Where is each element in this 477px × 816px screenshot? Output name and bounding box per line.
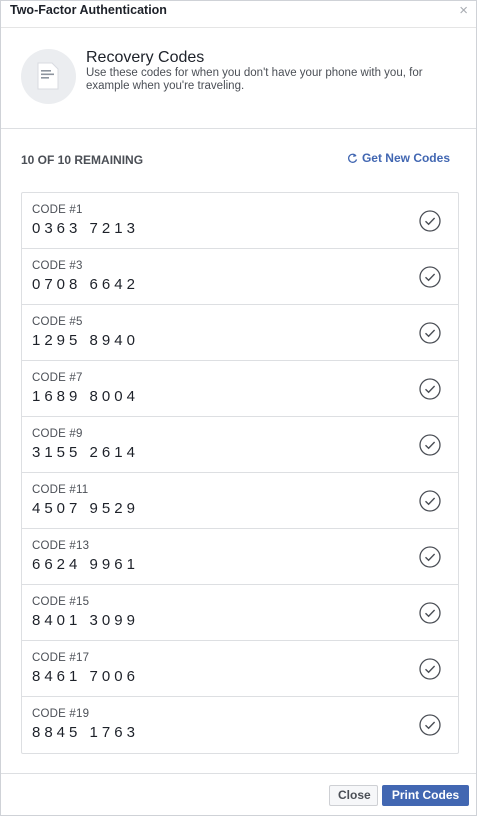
checkmark-circle-icon [419,322,441,344]
code-row: CODE #1 0363 7213 [22,193,458,249]
checkmark-circle-icon [419,434,441,456]
two-factor-dialog: Two-Factor Authentication × Recovery Cod… [0,0,477,816]
checkmark-circle-icon [419,210,441,232]
code-row: CODE #7 1689 8004 [22,361,458,417]
close-icon[interactable]: × [459,3,468,19]
code-row: CODE #9 3155 2614 [22,417,458,473]
checkmark-circle-icon [419,546,441,568]
code-label: CODE #9 [32,428,83,440]
code-row: CODE #5 1295 8940 [22,305,458,361]
code-label: CODE #7 [32,372,83,384]
code-label: CODE #1 [32,204,83,216]
get-new-codes-label: Get New Codes [361,151,450,165]
intro-title: Recovery Codes [86,49,205,66]
dialog-title-bar: Two-Factor Authentication × [1,1,476,28]
code-value: 0708 6642 [32,276,139,293]
code-value: 0363 7213 [32,220,139,237]
code-value: 8401 3099 [32,612,139,629]
dialog-title: Two-Factor Authentication [10,3,167,17]
code-row: CODE #3 0708 6642 [22,249,458,305]
code-label: CODE #11 [32,484,89,496]
document-icon [21,49,76,104]
code-row: CODE #15 8401 3099 [22,585,458,641]
code-row: CODE #13 6624 9961 [22,529,458,585]
codes-remaining-count: 10 OF 10 REMAINING [21,153,144,167]
get-new-codes-link[interactable]: Get New Codes [347,151,450,165]
code-value: 1689 8004 [32,388,139,405]
intro-section: Recovery Codes Use these codes for when … [1,29,476,129]
code-value: 3155 2614 [32,444,139,461]
print-codes-button[interactable]: Print Codes [382,785,469,806]
dialog-footer: Close Print Codes [1,773,476,816]
recovery-codes-list: CODE #1 0363 7213 CODE #3 0708 6642 CODE… [21,192,459,754]
checkmark-circle-icon [419,378,441,400]
code-row: CODE #19 8845 1763 [22,697,458,753]
code-label: CODE #19 [32,708,90,720]
close-button[interactable]: Close [329,785,378,806]
code-row: CODE #17 8461 7006 [22,641,458,697]
checkmark-circle-icon [419,490,441,512]
code-value: 1295 8940 [32,332,139,349]
code-value: 8461 7006 [32,668,139,685]
code-value: 6624 9961 [32,556,139,573]
code-value: 8845 1763 [32,724,139,741]
code-row: CODE #11 4507 9529 [22,473,458,529]
code-label: CODE #5 [32,316,83,328]
intro-description: Use these codes for when you don't have … [86,67,423,92]
code-label: CODE #17 [32,652,90,664]
checkmark-circle-icon [419,602,441,624]
code-label: CODE #15 [32,596,90,608]
code-label: CODE #3 [32,260,83,272]
checkmark-circle-icon [419,266,441,288]
code-value: 4507 9529 [32,500,139,517]
code-label: CODE #13 [32,540,90,552]
checkmark-circle-icon [419,658,441,680]
checkmark-circle-icon [419,714,441,736]
refresh-icon [347,153,358,163]
